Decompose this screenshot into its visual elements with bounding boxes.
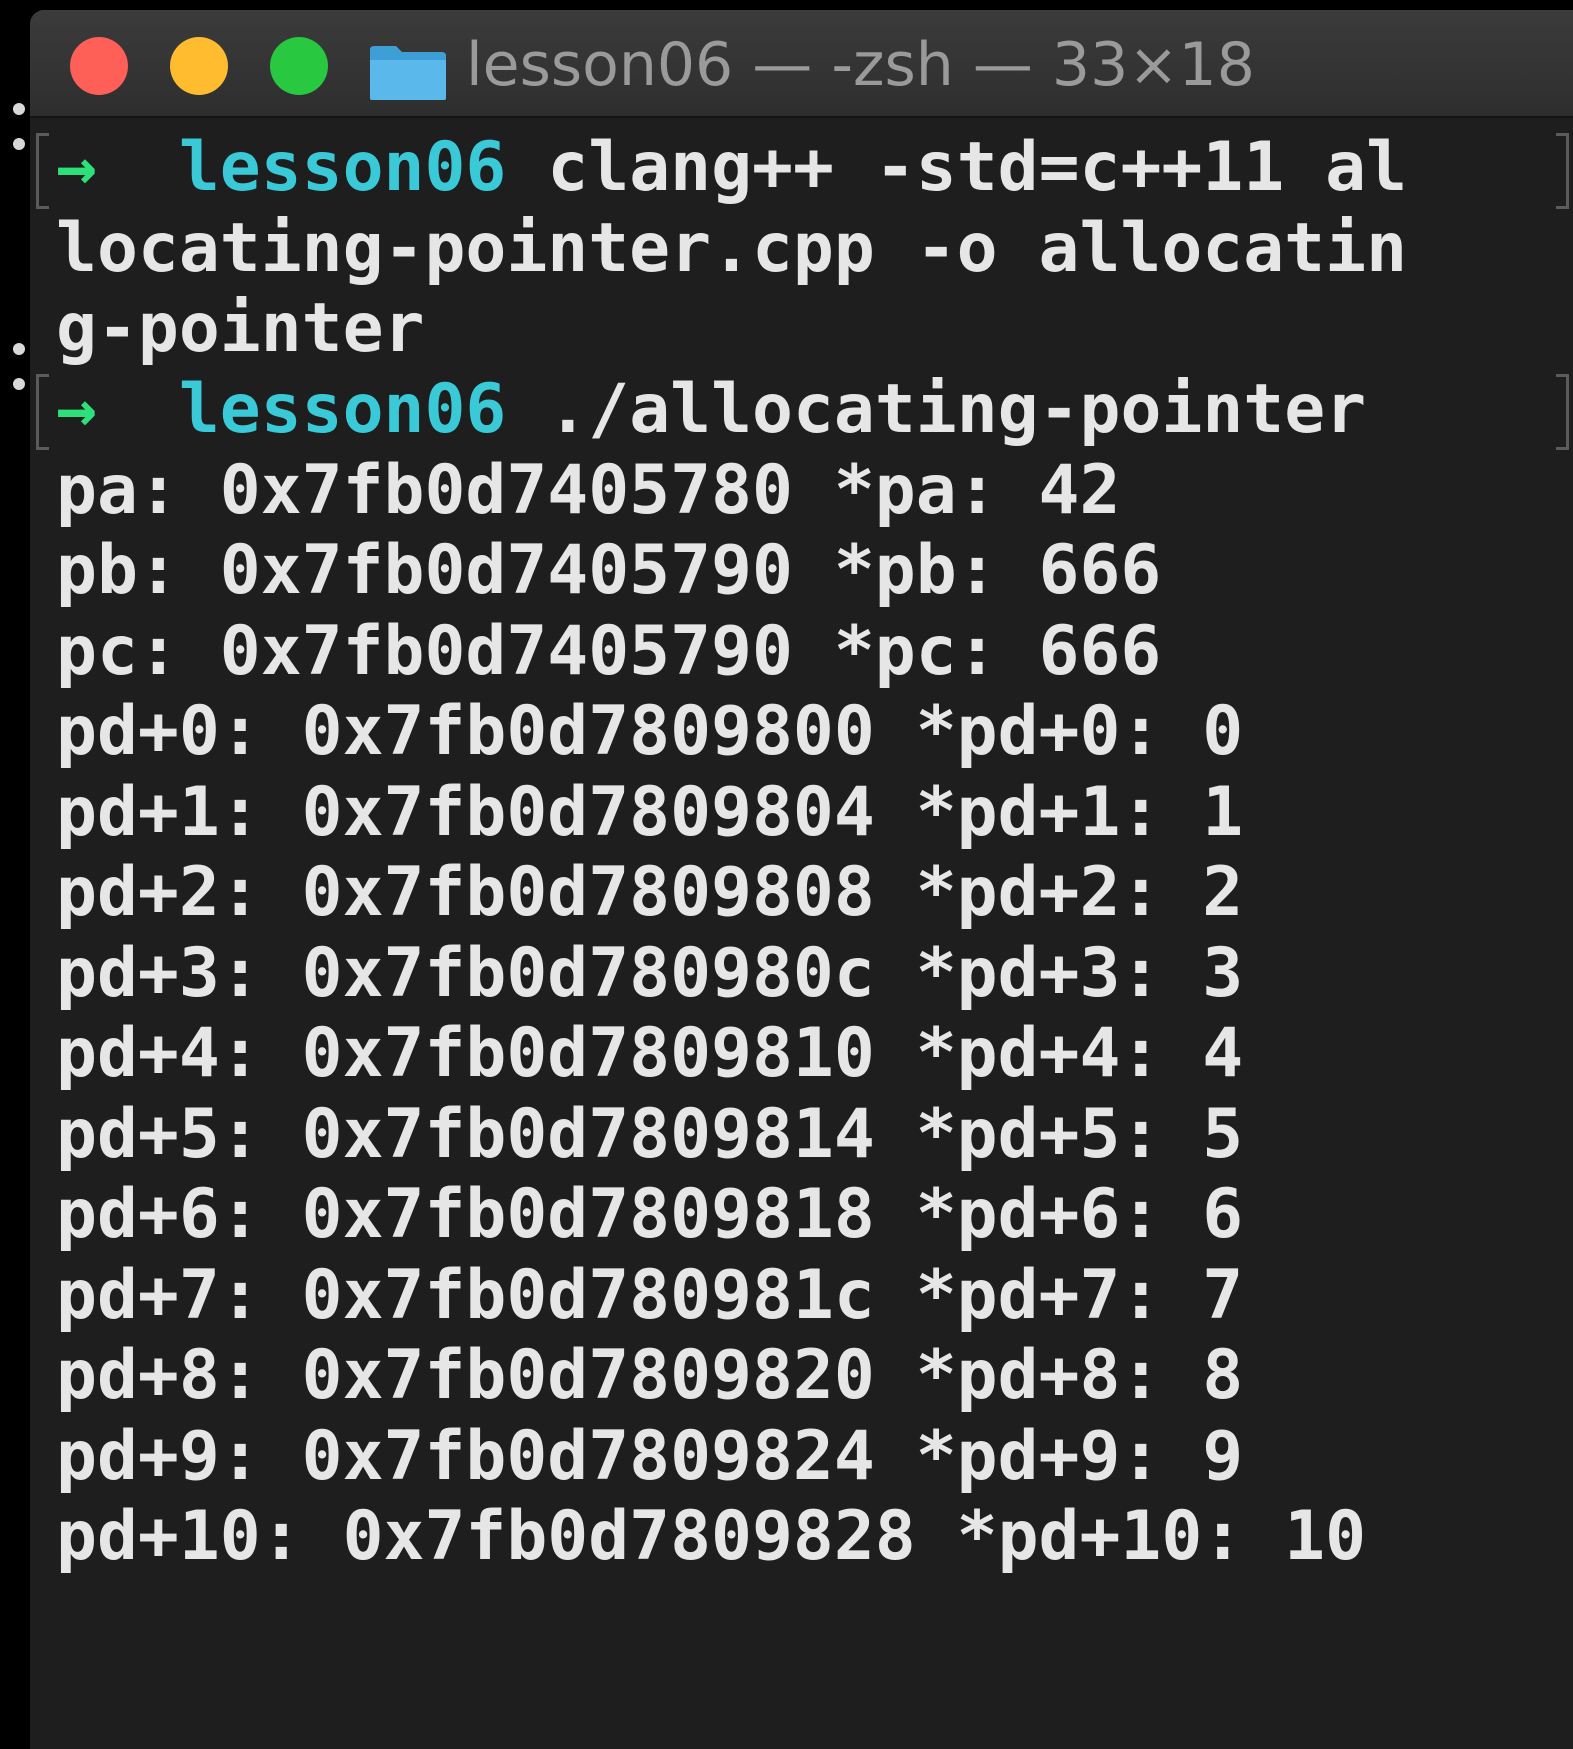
prompt-line-1: → lesson06 clang++ -std=c++11 al [56,123,1407,213]
terminal-window: lesson06 — -zsh — 33×18 → lesson06 clang… [30,10,1573,1749]
mark-bracket-right [1556,374,1569,450]
output-line: pd+2: 0x7fb0d7809808 *pd+2: 2 [56,853,1244,932]
command-text: clang++ -std=c++11 al [547,128,1408,207]
side-marker [13,378,25,390]
output-line: pd+8: 0x7fb0d7809820 *pd+8: 8 [56,1336,1244,1415]
output-line: pd+9: 0x7fb0d7809824 *pd+9: 9 [56,1417,1244,1496]
side-marker [13,103,25,115]
output-line: pd+1: 0x7fb0d7809804 *pd+1: 1 [56,773,1244,852]
arrow-right-icon: → [56,128,97,207]
minimize-button[interactable] [170,37,228,95]
terminal-content[interactable]: → lesson06 clang++ -std=c++11 al locatin… [30,118,1573,1749]
output-line: pd+6: 0x7fb0d7809818 *pd+6: 6 [56,1175,1244,1254]
window-title: lesson06 — -zsh — 33×18 [466,30,1255,100]
prompt-line-2: → lesson06 ./allocating-pointer [56,365,1366,455]
side-marker [13,343,25,355]
output-line: pb: 0x7fb0d7405790 *pb: 666 [56,531,1162,610]
mark-bracket-left [36,133,49,209]
output-line: pd+4: 0x7fb0d7809810 *pd+4: 4 [56,1014,1244,1093]
output-line: pa: 0x7fb0d7405780 *pa: 42 [56,451,1121,530]
folder-icon [370,46,446,100]
prompt-directory: lesson06 [178,370,507,449]
maximize-button[interactable] [270,37,328,95]
output-line: pd+5: 0x7fb0d7809814 *pd+5: 5 [56,1095,1244,1174]
output-line: pd+0: 0x7fb0d7809800 *pd+0: 0 [56,692,1244,771]
output-line: pd+3: 0x7fb0d780980c *pd+3: 3 [56,934,1244,1013]
output-line: pc: 0x7fb0d7405790 *pc: 666 [56,612,1162,691]
side-marker [13,138,25,150]
arrow-right-icon: → [56,370,97,449]
title-bar: lesson06 — -zsh — 33×18 [30,10,1573,118]
mark-bracket-left [36,374,49,450]
command-line-wrap: locating-pointer.cpp -o allocatin [56,209,1408,288]
prompt-directory: lesson06 [178,128,507,207]
mark-bracket-right [1556,133,1569,209]
close-button[interactable] [70,37,128,95]
output-line: pd+7: 0x7fb0d780981c *pd+7: 7 [56,1256,1244,1335]
command-text: ./allocating-pointer [547,370,1367,449]
command-line-wrap: g-pointer [56,289,425,368]
output-line: pd+10: 0x7fb0d7809828 *pd+10: 10 [56,1497,1367,1576]
